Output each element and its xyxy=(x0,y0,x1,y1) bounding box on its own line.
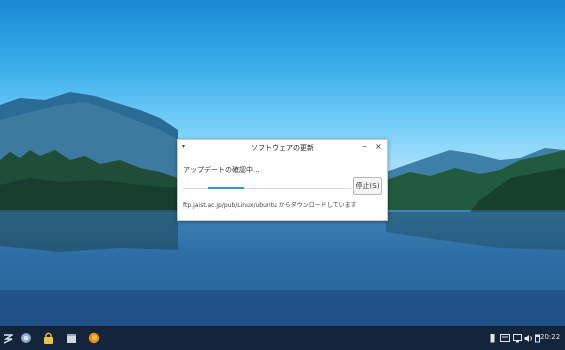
download-source-text: ftp.jaist.ac.jp/pub/Linux/ubuntu からダウンロー… xyxy=(183,202,357,209)
minimize-button[interactable]: ‒ xyxy=(362,142,367,151)
volume-icon[interactable] xyxy=(524,334,533,343)
dialog-titlebar[interactable]: ▾ ソフトウェアの更新 ‒ × xyxy=(178,140,387,156)
display-icon[interactable] xyxy=(513,334,522,343)
stop-button[interactable]: 停止(S) xyxy=(353,177,382,195)
progress-bar xyxy=(183,187,351,189)
clock[interactable]: 20:22 xyxy=(540,333,560,341)
software-update-dialog: ▾ ソフトウェアの更新 ‒ × アップデートの確認中... 停止(S) ftp.… xyxy=(177,139,388,221)
progress-fill xyxy=(208,187,244,189)
firefox-icon[interactable] xyxy=(88,331,100,345)
status-text: アップデートの確認中... xyxy=(183,166,260,174)
battery-icon[interactable] xyxy=(490,333,495,343)
close-button[interactable]: × xyxy=(375,142,382,151)
files-icon[interactable] xyxy=(66,331,77,345)
lock-icon[interactable] xyxy=(43,331,54,345)
desktop-wallpaper: ▾ ソフトウェアの更新 ‒ × アップデートの確認中... 停止(S) ftp.… xyxy=(0,0,565,326)
dialog-title: ソフトウェアの更新 xyxy=(251,144,314,152)
app-menu-icon[interactable] xyxy=(3,331,13,345)
taskbar: 20:22 xyxy=(0,326,565,350)
browser-icon[interactable] xyxy=(20,331,32,345)
keyboard-icon[interactable] xyxy=(500,334,510,342)
